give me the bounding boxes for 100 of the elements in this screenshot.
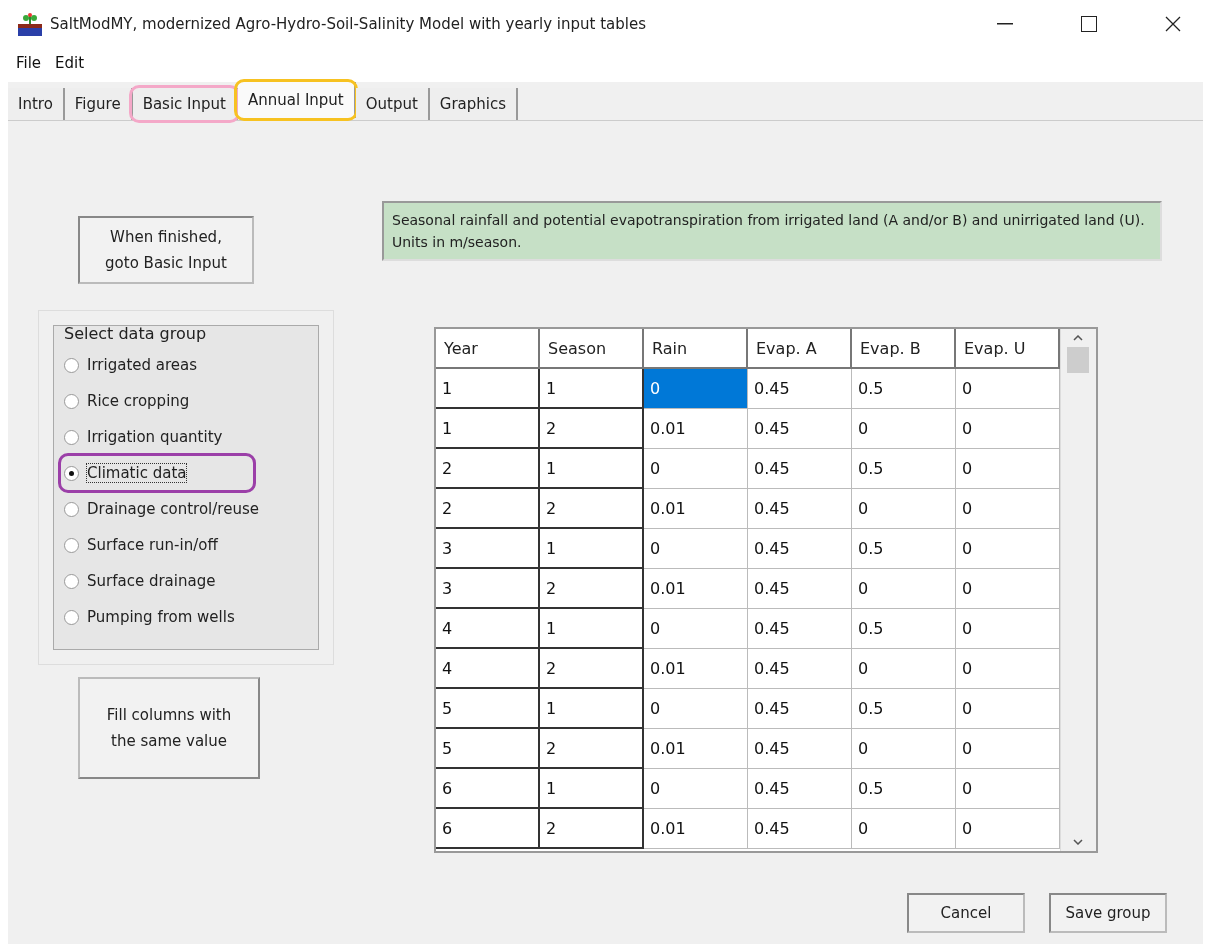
radio-button[interactable] xyxy=(64,357,79,373)
radio-label[interactable]: Irrigated areas xyxy=(87,356,198,374)
scroll-thumb[interactable] xyxy=(1067,347,1089,373)
table-cell[interactable]: 1 xyxy=(540,369,644,409)
scroll-down-icon[interactable] xyxy=(1073,839,1083,845)
table-cell[interactable]: 0.45 xyxy=(748,369,852,409)
menu-item[interactable]: Edit xyxy=(55,54,85,72)
table-cell[interactable]: 2 xyxy=(540,569,644,609)
table-cell[interactable]: 0.5 xyxy=(852,609,956,649)
minimize-icon[interactable] xyxy=(997,23,1013,25)
table-cell[interactable]: 1 xyxy=(436,409,540,449)
table-cell[interactable]: 0 xyxy=(956,729,1060,769)
table-cell[interactable]: 5 xyxy=(436,689,540,729)
table-cell[interactable]: 0 xyxy=(644,609,748,649)
table-cell[interactable]: 0.01 xyxy=(644,489,748,529)
radio-label[interactable]: Drainage control/reuse xyxy=(87,500,259,518)
table-cell[interactable]: 1 xyxy=(540,529,644,569)
table-cell[interactable]: 0.5 xyxy=(852,689,956,729)
table-cell[interactable]: 0.5 xyxy=(852,449,956,489)
radio-button[interactable] xyxy=(64,393,79,409)
table-cell[interactable]: 4 xyxy=(436,609,540,649)
table-cell[interactable]: 5 xyxy=(436,729,540,769)
table-cell[interactable]: 0.45 xyxy=(748,689,852,729)
table-cell[interactable]: 0 xyxy=(852,489,956,529)
table-cell[interactable]: 0 xyxy=(956,569,1060,609)
table-cell[interactable]: 0.5 xyxy=(852,369,956,409)
radio-button[interactable] xyxy=(64,429,79,445)
radio-button[interactable] xyxy=(64,465,79,481)
dialog-button[interactable]: Save group xyxy=(1049,893,1167,933)
table-cell[interactable]: 0 xyxy=(644,529,748,569)
radio-button[interactable] xyxy=(64,537,79,553)
table-cell[interactable]: 4 xyxy=(436,649,540,689)
table-cell[interactable]: 0.45 xyxy=(748,609,852,649)
tab[interactable]: Output xyxy=(355,88,430,120)
table-cell[interactable]: 0 xyxy=(852,569,956,609)
table-cell[interactable]: 0 xyxy=(956,449,1060,489)
table-cell[interactable]: 2 xyxy=(540,649,644,689)
table-cell[interactable]: 0.45 xyxy=(748,449,852,489)
radio-label[interactable]: Climatic data xyxy=(87,464,187,482)
goto-basic-input-button[interactable]: When finished, goto Basic Input xyxy=(78,216,254,284)
table-cell[interactable]: 0.01 xyxy=(644,729,748,769)
table-cell[interactable]: 1 xyxy=(540,689,644,729)
table-cell[interactable]: 0 xyxy=(956,689,1060,729)
table-cell[interactable]: 2 xyxy=(436,489,540,529)
table-cell[interactable]: 0 xyxy=(852,729,956,769)
table-cell[interactable]: 3 xyxy=(436,529,540,569)
maximize-icon[interactable] xyxy=(1081,16,1097,32)
table-cell[interactable]: 0 xyxy=(644,369,748,409)
table-cell[interactable]: 0.45 xyxy=(748,409,852,449)
fill-columns-button[interactable]: Fill columns with the same value xyxy=(78,677,260,779)
table-cell[interactable]: 0.45 xyxy=(748,809,852,849)
table-cell[interactable]: 0 xyxy=(956,529,1060,569)
table-cell[interactable]: 1 xyxy=(540,609,644,649)
radio-label[interactable]: Surface run-in/off xyxy=(87,536,218,554)
table-cell[interactable]: 2 xyxy=(540,809,644,849)
table-cell[interactable]: 0.45 xyxy=(748,729,852,769)
table-cell[interactable]: 3 xyxy=(436,569,540,609)
tab[interactable]: Annual Input xyxy=(237,82,356,118)
scroll-up-icon[interactable] xyxy=(1073,335,1083,341)
table-cell[interactable]: 2 xyxy=(436,449,540,489)
table-cell[interactable]: 1 xyxy=(540,769,644,809)
radio-button[interactable] xyxy=(64,573,79,589)
table-cell[interactable]: 0 xyxy=(956,489,1060,529)
table-cell[interactable]: 0 xyxy=(956,649,1060,689)
table-cell[interactable]: 0.01 xyxy=(644,409,748,449)
table-cell[interactable]: 1 xyxy=(436,369,540,409)
radio-button[interactable] xyxy=(64,609,79,625)
table-cell[interactable]: 0.45 xyxy=(748,529,852,569)
menu-item[interactable]: File xyxy=(16,54,42,72)
table-cell[interactable]: 1 xyxy=(540,449,644,489)
table-cell[interactable]: 6 xyxy=(436,769,540,809)
table-cell[interactable]: 0 xyxy=(956,609,1060,649)
radio-button[interactable] xyxy=(64,501,79,517)
table-cell[interactable]: 0.45 xyxy=(748,649,852,689)
table-cell[interactable]: 0 xyxy=(956,409,1060,449)
dialog-button[interactable]: Cancel xyxy=(907,893,1025,933)
table-cell[interactable]: 0 xyxy=(852,409,956,449)
table-cell[interactable]: 0.45 xyxy=(748,769,852,809)
table-cell[interactable]: 0.5 xyxy=(852,529,956,569)
table-cell[interactable]: 0.01 xyxy=(644,809,748,849)
table-cell[interactable]: 0 xyxy=(644,689,748,729)
table-cell[interactable]: 6 xyxy=(436,809,540,849)
table-cell[interactable]: 0.45 xyxy=(748,489,852,529)
table-cell[interactable]: 2 xyxy=(540,729,644,769)
table-cell[interactable]: 0 xyxy=(644,449,748,489)
table-cell[interactable]: 0 xyxy=(956,369,1060,409)
tab[interactable]: Basic Input xyxy=(132,88,238,120)
table-cell[interactable]: 0.01 xyxy=(644,649,748,689)
table-cell[interactable]: 2 xyxy=(540,489,644,529)
table-cell[interactable]: 2 xyxy=(540,409,644,449)
table-cell[interactable]: 0.01 xyxy=(644,569,748,609)
table-cell[interactable]: 0.45 xyxy=(748,569,852,609)
table-cell[interactable]: 0 xyxy=(852,809,956,849)
radio-label[interactable]: Irrigation quantity xyxy=(87,428,223,446)
radio-label[interactable]: Pumping from wells xyxy=(87,608,235,626)
table-cell[interactable]: 0 xyxy=(956,809,1060,849)
table-cell[interactable]: 0 xyxy=(644,769,748,809)
table-cell[interactable]: 0 xyxy=(956,769,1060,809)
radio-label[interactable]: Rice cropping xyxy=(87,392,190,410)
table-cell[interactable]: 0.5 xyxy=(852,769,956,809)
